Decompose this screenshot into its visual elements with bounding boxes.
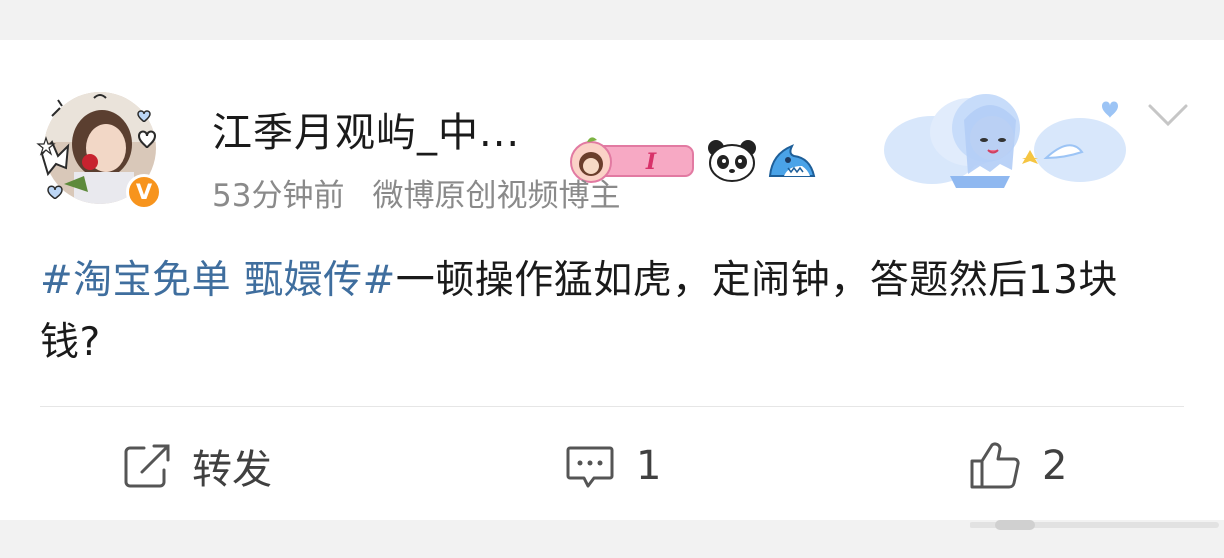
divider: [40, 406, 1184, 407]
username[interactable]: 江季月观屿_中...: [212, 100, 520, 158]
panda-icon: [708, 140, 756, 182]
comment-button[interactable]: 1: [564, 438, 661, 494]
post-time: 53分钟前: [212, 178, 345, 214]
repost-button[interactable]: 转发: [122, 438, 272, 494]
post-card[interactable]: V 江季月观屿_中... I 53分钟前 微博原创视频博主 #淘宝免单 甄嬛传#…: [0, 40, 1224, 520]
repost-label: 转发: [192, 447, 272, 493]
card-decoration: [884, 94, 1126, 188]
avatar-wrap[interactable]: V: [34, 78, 174, 218]
comment-count: 1: [636, 443, 662, 489]
comment-icon: [566, 446, 614, 488]
scroll-indicator: [970, 520, 1219, 530]
share-edit-icon: [124, 444, 170, 488]
verified-v-icon: V: [126, 174, 162, 210]
chevron-down-icon[interactable]: [1146, 100, 1190, 130]
shark-icon: [768, 144, 816, 177]
post-source: 微博原创视频博主: [372, 178, 621, 214]
like-count: 2: [1042, 443, 1068, 489]
topic-link[interactable]: #淘宝免单 甄嬛传#: [40, 258, 396, 303]
like-button[interactable]: 2: [968, 438, 1067, 494]
post-meta: 53分钟前 微博原创视频博主: [212, 170, 620, 215]
post-text: #淘宝免单 甄嬛传#一顿操作猛如虎，定闹钟，答题然后13块钱?: [40, 250, 1170, 374]
thumbs-up-icon: [970, 442, 1020, 489]
fan-badge-level: I: [645, 149, 657, 175]
